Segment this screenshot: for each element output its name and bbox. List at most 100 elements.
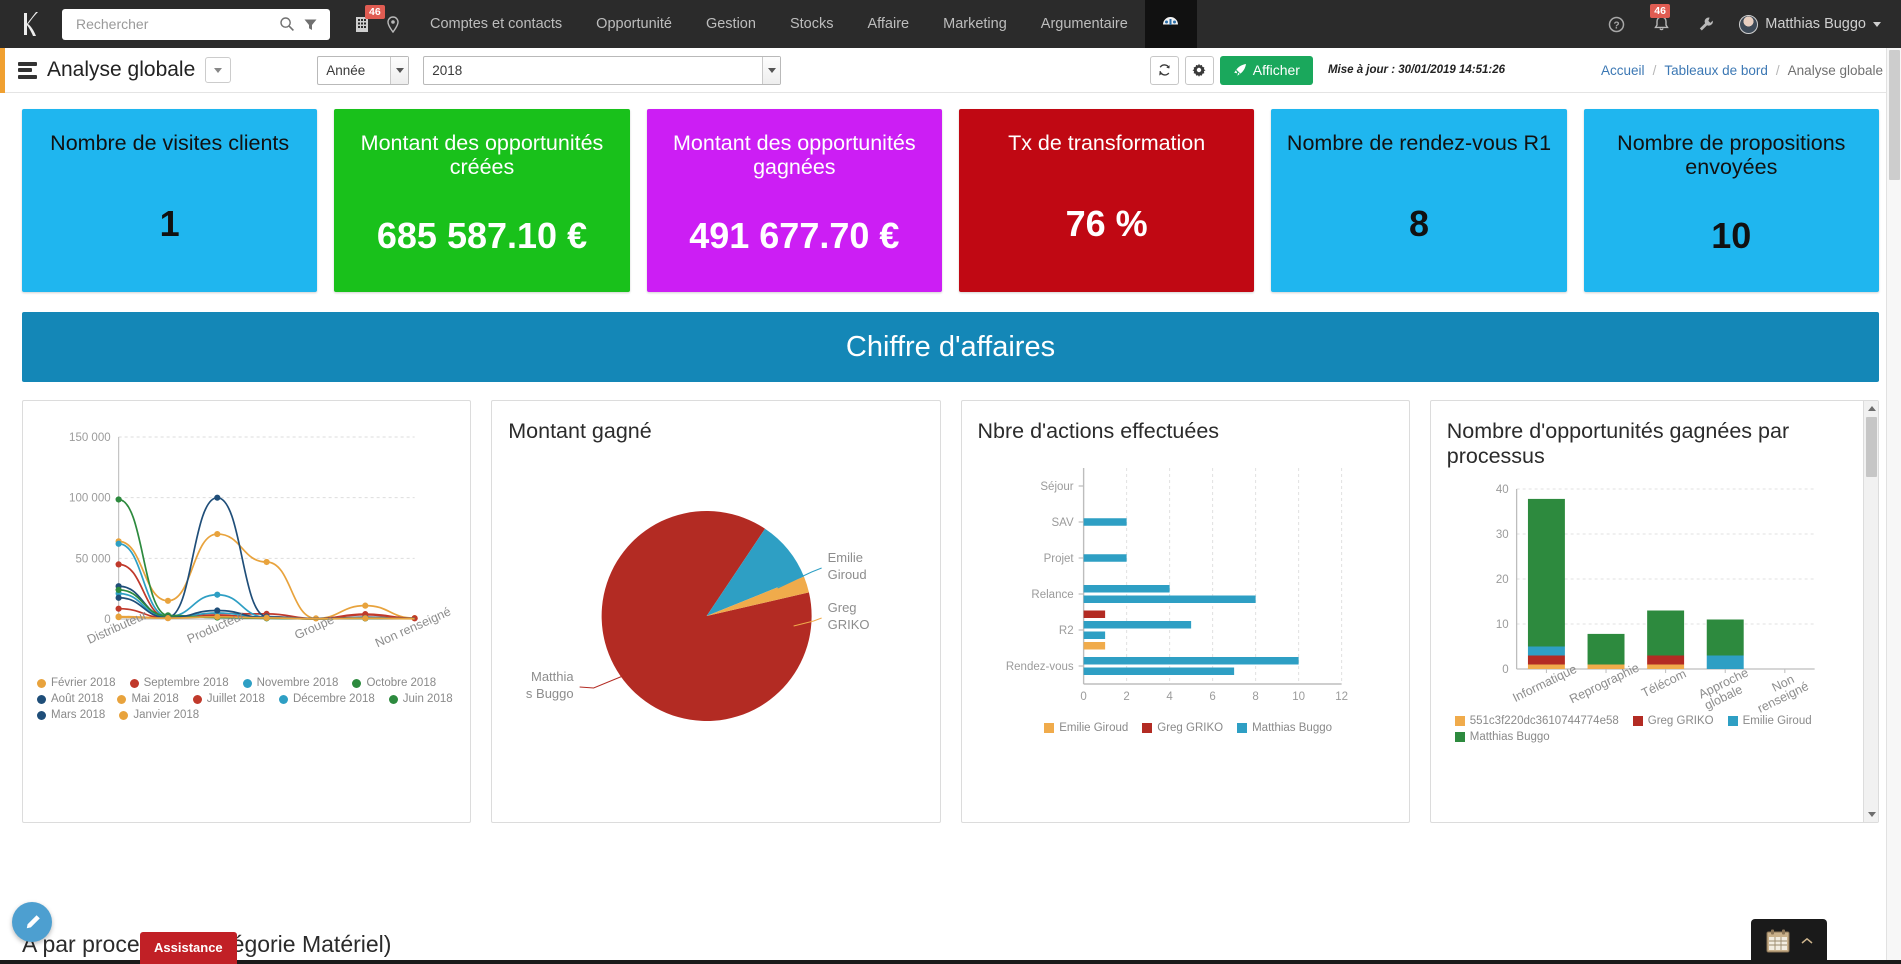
search-box[interactable] (62, 8, 330, 40)
legend-item[interactable]: Février 2018 (37, 677, 116, 689)
page-scrollbar-thumb[interactable] (1889, 50, 1900, 180)
legend-item[interactable]: Juillet 2018 (192, 693, 265, 705)
legend-item[interactable]: Mai 2018 (117, 693, 179, 705)
kpi-value: 1 (159, 202, 180, 244)
panel-line-chart: 0 50 000 100 000 150 000 Distributeur Product… (22, 400, 472, 823)
legend-item[interactable]: Mars 2018 (37, 709, 105, 721)
location-pin-icon[interactable] (387, 15, 399, 33)
nav-link-comptes-et-contacts[interactable]: Comptes et contacts (413, 0, 579, 48)
filter-icon[interactable] (299, 17, 322, 32)
legend-item[interactable]: Août 2018 (37, 693, 103, 705)
scroll-up-arrow-icon[interactable] (1864, 401, 1878, 416)
legend-color-dot (192, 694, 202, 704)
legend-color-dot (37, 694, 46, 704)
legend-item[interactable]: Emilie Giroud (1727, 715, 1812, 727)
chevron-up-icon[interactable] (1801, 932, 1813, 950)
scroll-down-arrow-icon[interactable] (1864, 807, 1878, 822)
page-scrollbar[interactable] (1886, 48, 1901, 964)
nav-link-opportunite[interactable]: Opportunité (579, 0, 689, 48)
svg-text:Télécom: Télécom (1639, 666, 1688, 700)
display-button-label: Afficher (1252, 62, 1300, 78)
search-icon[interactable] (275, 16, 299, 32)
breadcrumb-current: Analyse globale (1787, 62, 1883, 78)
refresh-button[interactable] (1149, 55, 1179, 85)
year-select-value: 2018 (432, 62, 463, 78)
nav-right-group: ? 46 Matthias Buggo (1596, 4, 1901, 34)
nav-link-stocks[interactable]: Stocks (773, 0, 851, 48)
legend-color-dot (388, 694, 398, 704)
nav-quick-icons: 46 (348, 5, 413, 33)
svg-text:Non renseigné: Non renseigné (373, 604, 453, 650)
filter-group: Année 2018 (317, 55, 782, 85)
kpi-card-visites-clients[interactable]: Nombre de visites clients 1 (22, 109, 318, 292)
dashboard-list-icon (18, 61, 37, 79)
legend-item[interactable]: Septembre 2018 (129, 677, 229, 689)
legend-item[interactable]: Juin 2018 (388, 693, 453, 705)
kpi-value: 8 (1408, 202, 1429, 244)
company-icon[interactable]: 46 (354, 5, 385, 33)
svg-text:10: 10 (1292, 691, 1305, 703)
legend-color-swatch (1044, 722, 1055, 733)
legend-item[interactable]: Janvier 2018 (119, 709, 199, 721)
legend-label: Mars 2018 (51, 709, 106, 721)
legend-item[interactable]: Matthias Buggo (1454, 731, 1550, 743)
edit-fab-button[interactable] (12, 902, 52, 942)
notifications-bell-icon[interactable]: 46 (1641, 4, 1682, 33)
display-button[interactable]: Afficher (1219, 55, 1313, 85)
calendar-widget-button[interactable] (1751, 919, 1827, 964)
settings-button[interactable] (1184, 55, 1214, 85)
legend-item[interactable]: Greg GRIKO (1632, 714, 1714, 727)
kpi-card-tx-transformation[interactable]: Tx de transformation 76 % (958, 109, 1255, 292)
legend-item[interactable]: 551c3f220dc3610744774e58 (1454, 715, 1619, 727)
nav-link-marketing[interactable]: Marketing (926, 0, 1024, 48)
kpi-value: 10 (1711, 214, 1752, 256)
legend-item[interactable]: Matthias Buggo (1237, 722, 1332, 734)
help-icon[interactable]: ? (1596, 16, 1637, 33)
app-logo-icon[interactable] (0, 0, 62, 48)
line-chart-legend: Février 2018 Septembre 2018 Novembre 2018 O… (37, 677, 462, 721)
legend-color-swatch (1454, 715, 1465, 726)
legend-item[interactable]: Octobre 2018 (352, 677, 436, 689)
search-input[interactable] (74, 15, 275, 33)
scrollbar-thumb[interactable] (1866, 417, 1877, 477)
assistance-button[interactable]: Assistance (140, 932, 237, 964)
user-name: Matthias Buggo (1765, 16, 1866, 32)
breadcrumb-section[interactable]: Tableaux de bord (1664, 63, 1768, 78)
legend-item[interactable]: Décembre 2018 (278, 693, 375, 705)
kpi-card-montant-opportunites-gagnees[interactable]: Montant des opportunités gagnées 491 677… (646, 109, 942, 292)
app-root: 46 Comptes et contacts Opportunité Gesti… (0, 0, 1901, 964)
dashboard-select-dropdown[interactable] (205, 57, 232, 83)
legend-color-dot (242, 678, 252, 688)
breadcrumb-home[interactable]: Accueil (1601, 63, 1645, 78)
settings-wrench-icon[interactable] (1686, 16, 1727, 33)
legend-item[interactable]: Novembre 2018 (242, 677, 338, 689)
nav-dashboard-active-tab[interactable] (1144, 0, 1197, 48)
user-menu[interactable]: Matthias Buggo (1731, 14, 1881, 34)
nav-link-argumentaire[interactable]: Argumentaire (1024, 0, 1145, 48)
svg-text:6: 6 (1209, 691, 1215, 703)
legend-item[interactable]: Greg GRIKO (1142, 722, 1223, 734)
panel-stacked-bar-chart: Nombre d'opportunités gagnées par proces… (1429, 400, 1879, 823)
kpi-card-propositions-envoyees[interactable]: Nombre de propositions envoyées 10 (1583, 109, 1879, 292)
hbar-chart-svg: 0 2 4 6 8 10 12 Rendez-vous R2 Relance Projet SAV Sé… (1005, 467, 1348, 703)
nav-link-gestion[interactable]: Gestion (689, 0, 773, 48)
hbar-chart-legend: Emilie Giroud Greg GRIKO Matthias Buggo (976, 722, 1401, 734)
kpi-card-montant-opportunites-creees[interactable]: Montant des opportunités créées 685 587.… (334, 109, 630, 292)
last-update-text: Mise à jour : 30/01/2019 14:51:26 (1327, 64, 1506, 76)
svg-text:Rendez-vous: Rendez-vous (1005, 661, 1073, 673)
legend-item[interactable]: Emilie Giroud (1044, 722, 1128, 734)
kpi-card-rendez-vous-r1[interactable]: Nombre de rendez-vous R1 8 (1271, 109, 1567, 292)
legend-label: Greg GRIKO (1647, 714, 1714, 727)
legend-color-dot (119, 710, 129, 720)
hbar-chart-title: Nbre d'actions effectuées (977, 419, 1220, 443)
legend-label: Février 2018 (51, 677, 116, 689)
panel-vertical-scrollbar[interactable] (1863, 401, 1878, 822)
year-select[interactable]: 2018 (423, 55, 782, 85)
period-select[interactable]: Année (317, 55, 410, 85)
legend-label: Octobre 2018 (366, 677, 437, 689)
kpi-title: Nombre de propositions envoyées (1617, 131, 1846, 180)
legend-label: Mai 2018 (131, 693, 179, 705)
svg-text:Projet: Projet (1043, 553, 1074, 565)
nav-link-affaire[interactable]: Affaire (850, 0, 926, 48)
svg-text:GRIKO: GRIKO (828, 617, 870, 632)
